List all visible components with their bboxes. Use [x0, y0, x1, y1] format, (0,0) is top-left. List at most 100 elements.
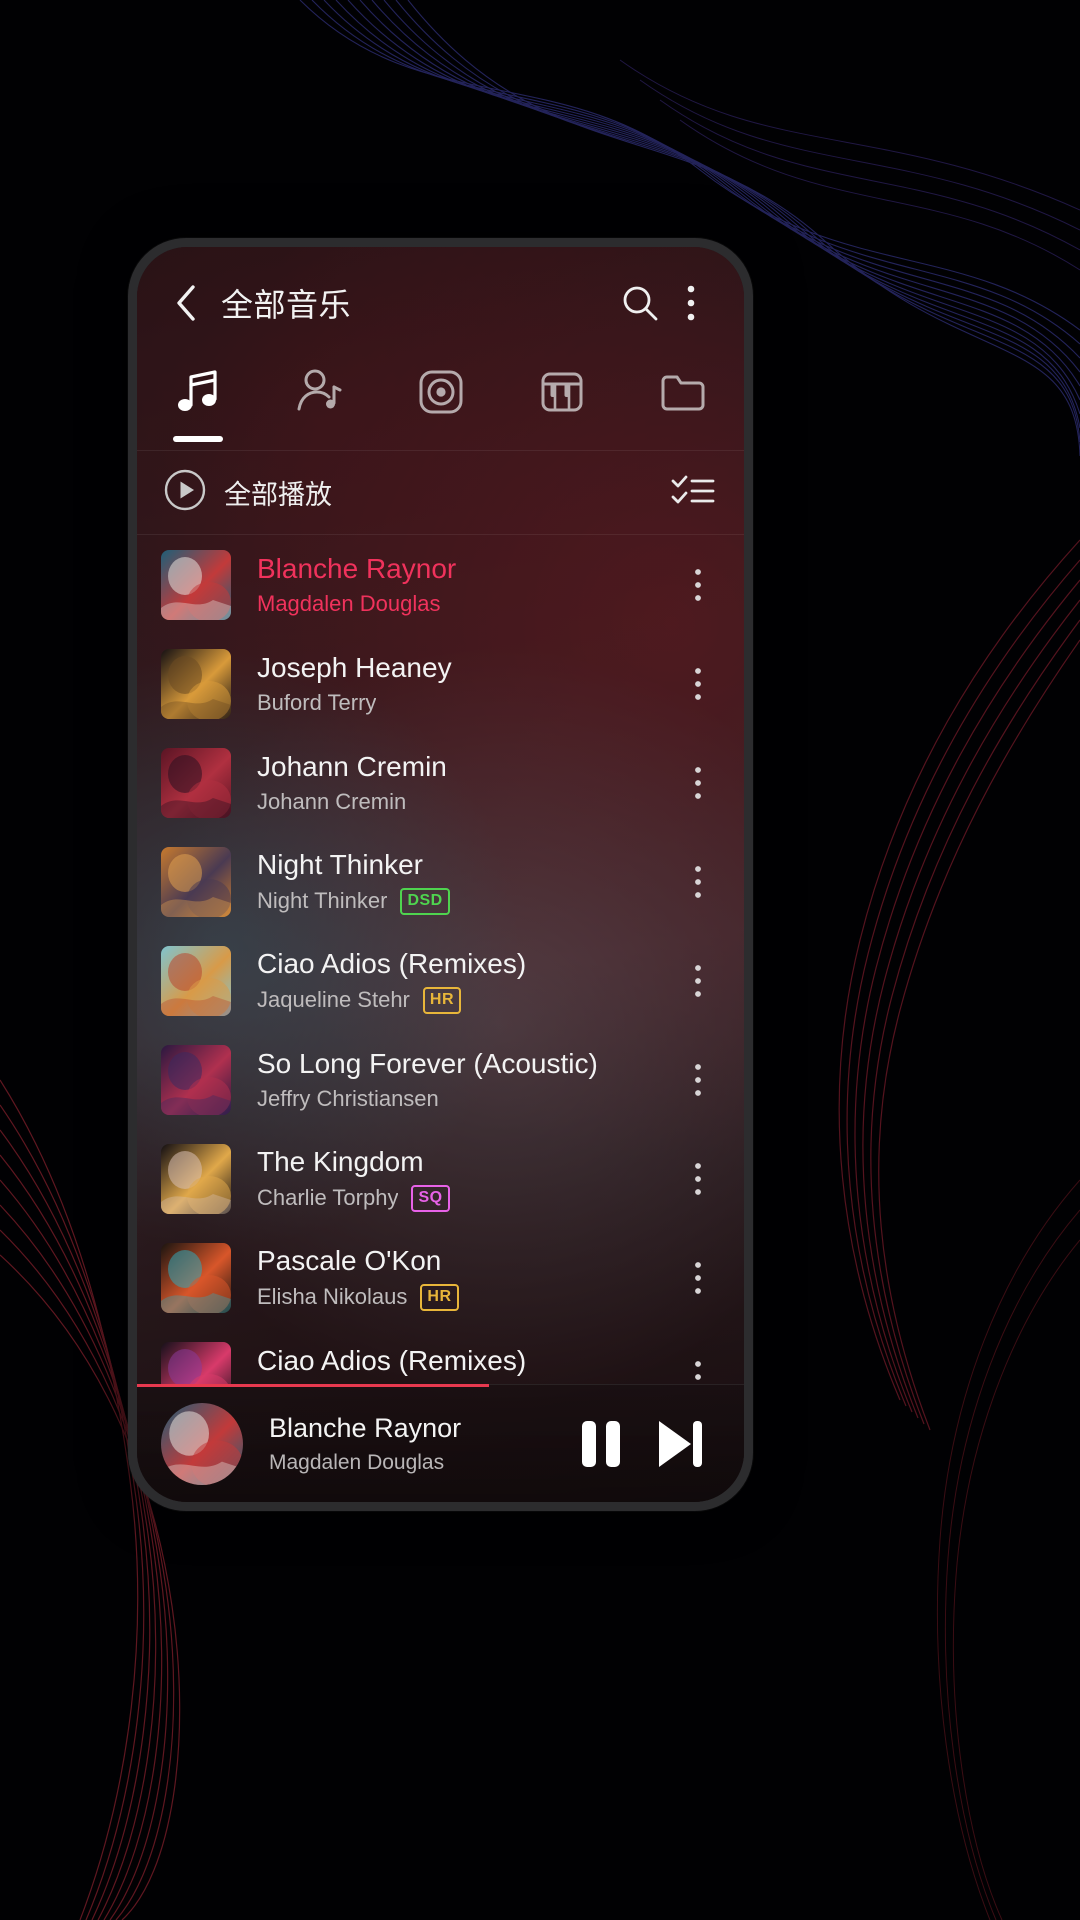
category-tab-bar	[137, 359, 744, 451]
song-overflow-button[interactable]	[670, 550, 726, 620]
song-artist: Buford Terry	[257, 690, 377, 716]
song-meta: Pascale O'Kon Elisha Nikolaus HR	[257, 1244, 670, 1311]
phone-screen: 全部音乐 全部播放 Blanche Raynor Magdalen Dougla…	[137, 247, 744, 1502]
song-artwork	[161, 1242, 231, 1313]
more-vertical-icon	[695, 667, 701, 700]
song-subtitle: Johann Cremin	[257, 789, 670, 815]
playback-progress-bar[interactable]	[137, 1384, 490, 1387]
page-title: 全部音乐	[221, 287, 352, 323]
song-list[interactable]: Blanche Raynor Magdalen Douglas Joseph Hea…	[137, 535, 744, 1384]
quality-badge: HR	[422, 986, 461, 1014]
now-playing-title: Blanche Raynor	[269, 1412, 462, 1443]
quality-badge: SQ	[411, 1184, 450, 1212]
skip-next-icon	[659, 1420, 702, 1467]
song-subtitle: Jaqueline Stehr HR	[257, 986, 670, 1014]
search-icon	[623, 286, 658, 321]
song-title: Ciao Adios (Remixes)	[257, 948, 527, 980]
quality-badge: HR	[420, 1283, 459, 1311]
pause-icon	[582, 1420, 620, 1467]
overflow-menu-button[interactable]	[668, 275, 714, 331]
now-playing-artwork[interactable]	[161, 1402, 243, 1485]
song-subtitle: Elisha Nikolaus HR	[257, 1283, 670, 1311]
song-meta: Ciao Adios (Remixes) Jaqueline Stehr HR	[257, 947, 670, 1014]
folder-icon	[656, 365, 710, 424]
tab-active-indicator	[172, 436, 223, 442]
piano-keys-icon	[535, 365, 589, 424]
song-artwork	[161, 846, 231, 917]
song-meta: Blanche Raynor Magdalen Douglas	[257, 552, 670, 618]
song-title: Johann Cremin	[257, 750, 447, 782]
song-subtitle: Jeffry Christiansen	[257, 1086, 670, 1112]
song-overflow-button[interactable]	[670, 1045, 726, 1115]
search-button[interactable]	[612, 275, 668, 331]
more-vertical-icon	[695, 1063, 701, 1096]
tab-genres[interactable]	[501, 359, 622, 451]
more-vertical-icon	[695, 865, 701, 898]
tab-artists[interactable]	[258, 359, 379, 451]
song-artist: Night Thinker	[257, 888, 388, 914]
more-vertical-icon	[695, 1162, 701, 1195]
music-note-icon	[171, 365, 225, 424]
song-artwork	[161, 1143, 231, 1214]
play-circle-icon	[163, 468, 207, 517]
more-vertical-icon	[695, 964, 701, 997]
pause-button[interactable]	[562, 1405, 640, 1483]
quality-badge: DSD	[400, 887, 450, 915]
song-overflow-button[interactable]	[670, 1342, 726, 1385]
song-artist: Charlie Torphy	[257, 1185, 399, 1211]
song-row[interactable]: Ciao Adios (Remixes) Jaqueline Stehr HR	[137, 931, 744, 1030]
song-meta: Johann Cremin Johann Cremin	[257, 750, 670, 816]
song-artwork	[161, 945, 231, 1016]
song-overflow-button[interactable]	[670, 1144, 726, 1214]
song-artwork	[161, 747, 231, 818]
now-playing-artist: Magdalen Douglas	[269, 1450, 445, 1474]
back-button[interactable]	[163, 280, 209, 326]
song-row[interactable]: Blanche Raynor Magdalen Douglas	[137, 535, 744, 634]
song-overflow-button[interactable]	[670, 946, 726, 1016]
more-vertical-icon	[695, 766, 701, 799]
song-artwork	[161, 1044, 231, 1115]
song-row[interactable]: Joseph Heaney Buford Terry	[137, 634, 744, 733]
tab-albums[interactable]	[380, 359, 501, 451]
song-row[interactable]: Ciao Adios (Remixes)Willis Osinski	[137, 1327, 744, 1384]
song-overflow-button[interactable]	[670, 649, 726, 719]
song-row[interactable]: Pascale O'Kon Elisha Nikolaus HR	[137, 1228, 744, 1327]
song-row[interactable]: Johann Cremin Johann Cremin	[137, 733, 744, 832]
song-title: Ciao Adios (Remixes)	[257, 1344, 527, 1376]
song-row[interactable]: Night Thinker Night Thinker DSD	[137, 832, 744, 931]
chevron-left-icon	[177, 285, 195, 321]
song-artwork	[161, 549, 231, 620]
song-row[interactable]: The Kingdom Charlie Torphy SQ	[137, 1129, 744, 1228]
song-title: Joseph Heaney	[257, 651, 452, 683]
more-vertical-icon	[695, 568, 701, 601]
song-title: So Long Forever (Acoustic)	[257, 1047, 598, 1079]
app-header: 全部音乐	[137, 247, 744, 359]
tab-songs[interactable]	[137, 359, 258, 451]
song-subtitle: Night Thinker DSD	[257, 887, 670, 915]
tab-folders[interactable]	[623, 359, 744, 451]
play-all-row[interactable]: 全部播放	[137, 451, 744, 535]
song-artwork	[161, 1341, 231, 1384]
song-overflow-button[interactable]	[670, 847, 726, 917]
song-overflow-button[interactable]	[670, 1243, 726, 1313]
song-meta: The Kingdom Charlie Torphy SQ	[257, 1145, 670, 1212]
phone-frame: 全部音乐 全部播放 Blanche Raynor Magdalen Dougla…	[128, 238, 753, 1511]
mini-player: Blanche Raynor Magdalen Douglas	[137, 1384, 744, 1502]
song-artist: Jeffry Christiansen	[257, 1086, 439, 1112]
song-meta: So Long Forever (Acoustic) Jeffry Christi…	[257, 1047, 670, 1113]
song-meta: Ciao Adios (Remixes)Willis Osinski	[257, 1344, 670, 1385]
song-artwork	[161, 648, 231, 719]
song-subtitle: Charlie Torphy SQ	[257, 1184, 670, 1212]
checklist-icon	[671, 475, 715, 503]
song-row[interactable]: So Long Forever (Acoustic) Jeffry Christi…	[137, 1030, 744, 1129]
song-subtitle: Buford Terry	[257, 690, 670, 716]
song-overflow-button[interactable]	[670, 748, 726, 818]
more-vertical-icon	[695, 1360, 701, 1380]
next-track-button[interactable]	[640, 1405, 718, 1483]
now-playing-meta[interactable]: Blanche Raynor Magdalen Douglas	[269, 1413, 562, 1475]
multi-select-button[interactable]	[670, 473, 716, 513]
play-all-label: 全部播放	[224, 480, 332, 510]
song-artist: Jaqueline Stehr	[257, 987, 410, 1013]
song-meta: Joseph Heaney Buford Terry	[257, 651, 670, 717]
song-artist: Elisha Nikolaus	[257, 1284, 408, 1310]
